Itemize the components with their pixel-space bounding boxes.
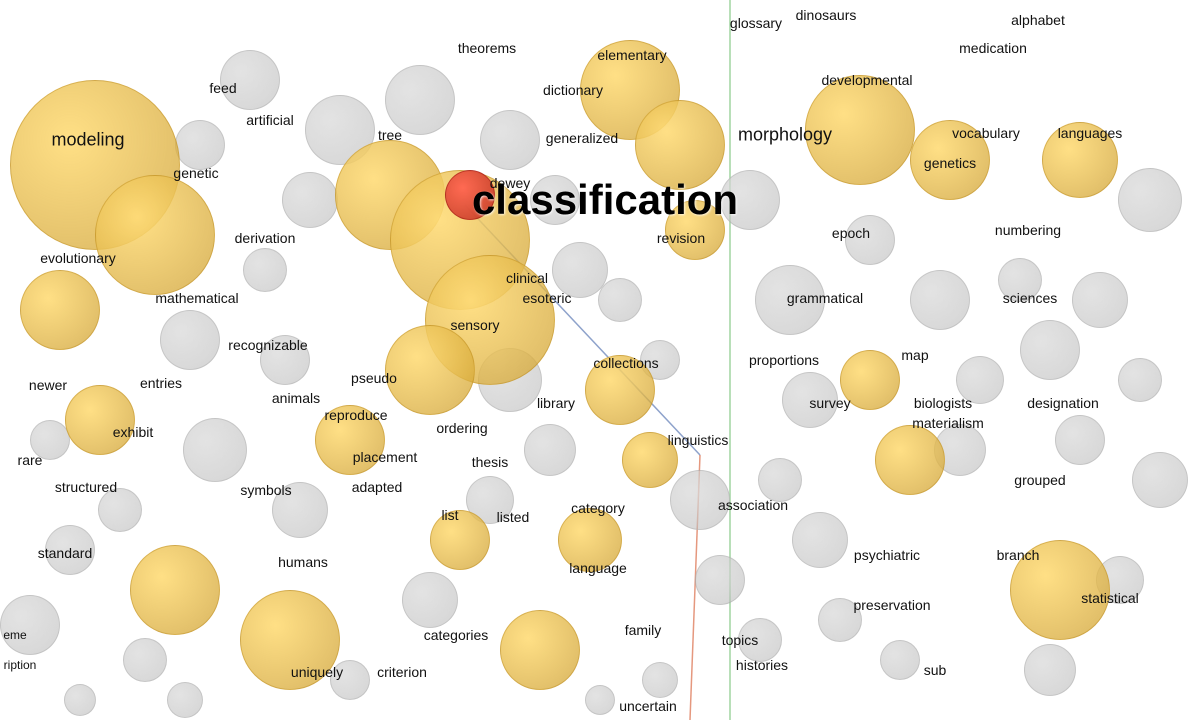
gray-bubble bbox=[1020, 320, 1080, 380]
gray-bubble bbox=[720, 170, 780, 230]
gray-bubble bbox=[402, 572, 458, 628]
word-label: ription bbox=[4, 658, 37, 672]
gray-bubble bbox=[524, 424, 576, 476]
gray-bubble bbox=[758, 458, 802, 502]
word-label: library bbox=[537, 395, 575, 411]
gray-bubble bbox=[818, 598, 862, 642]
gray-bubble bbox=[183, 418, 247, 482]
gray-bubble bbox=[1118, 358, 1162, 402]
gold-bubble bbox=[1010, 540, 1110, 640]
gold-bubble bbox=[500, 610, 580, 690]
word-label: linguistics bbox=[668, 432, 729, 448]
gray-bubble bbox=[98, 488, 142, 532]
word-label: uncertain bbox=[619, 698, 677, 714]
gray-bubble bbox=[792, 512, 848, 568]
word-label: psychiatric bbox=[854, 547, 920, 563]
gray-bubble bbox=[30, 420, 70, 460]
gold-bubble bbox=[430, 510, 490, 570]
word-label: adapted bbox=[352, 479, 403, 495]
word-label: alphabet bbox=[1011, 12, 1065, 28]
gray-bubble bbox=[260, 335, 310, 385]
gray-bubble bbox=[282, 172, 338, 228]
gold-bubble bbox=[1042, 122, 1118, 198]
gold-bubble bbox=[805, 75, 915, 185]
gray-bubble bbox=[45, 525, 95, 575]
word-label: glossary bbox=[730, 15, 782, 31]
word-label: dinosaurs bbox=[796, 7, 857, 23]
word-label: designation bbox=[1027, 395, 1099, 411]
word-label: humans bbox=[278, 554, 328, 570]
gold-bubble bbox=[65, 385, 135, 455]
gold-bubble bbox=[665, 200, 725, 260]
gray-bubble bbox=[1132, 452, 1188, 508]
word-label: criterion bbox=[377, 664, 427, 680]
word-label: numbering bbox=[995, 222, 1061, 238]
gray-bubble bbox=[243, 248, 287, 292]
gold-bubble bbox=[130, 545, 220, 635]
gray-bubble bbox=[530, 175, 580, 225]
word-label: animals bbox=[272, 390, 320, 406]
word-label: theorems bbox=[458, 40, 516, 56]
word-label: categories bbox=[424, 627, 489, 643]
red-bubble bbox=[445, 170, 495, 220]
gray-bubble bbox=[1024, 644, 1076, 696]
gold-bubble bbox=[315, 405, 385, 475]
word-label: newer bbox=[29, 377, 67, 393]
gray-bubble bbox=[167, 682, 203, 718]
gray-bubble bbox=[585, 685, 615, 715]
gold-bubble bbox=[240, 590, 340, 690]
gold-bubble bbox=[840, 350, 900, 410]
word-label: preservation bbox=[853, 597, 930, 613]
gray-bubble bbox=[220, 50, 280, 110]
gold-bubble bbox=[385, 325, 475, 415]
gold-bubble bbox=[558, 508, 622, 572]
gray-bubble bbox=[956, 356, 1004, 404]
gold-bubble bbox=[585, 355, 655, 425]
word-label: family bbox=[625, 622, 662, 638]
gold-bubble bbox=[622, 432, 678, 488]
gray-bubble bbox=[1055, 415, 1105, 465]
gray-bubble bbox=[910, 270, 970, 330]
gray-bubble bbox=[598, 278, 642, 322]
visualization-canvas: classificationtheoremsdictionaryelementa… bbox=[0, 0, 1200, 720]
gray-bubble bbox=[175, 120, 225, 170]
gray-bubble bbox=[670, 470, 730, 530]
word-label: grouped bbox=[1014, 472, 1065, 488]
word-label: artificial bbox=[246, 112, 293, 128]
word-label: thesis bbox=[472, 454, 509, 470]
gray-bubble bbox=[272, 482, 328, 538]
gray-bubble bbox=[695, 555, 745, 605]
word-label: medication bbox=[959, 40, 1027, 56]
gray-bubble bbox=[160, 310, 220, 370]
gray-bubble bbox=[738, 618, 782, 662]
gold-bubble bbox=[875, 425, 945, 495]
word-label: derivation bbox=[235, 230, 296, 246]
gold-bubble bbox=[95, 175, 215, 295]
gold-bubble bbox=[910, 120, 990, 200]
gray-bubble bbox=[755, 265, 825, 335]
gray-bubble bbox=[1072, 272, 1128, 328]
word-label: sub bbox=[924, 662, 947, 678]
word-label: proportions bbox=[749, 352, 819, 368]
gold-bubble bbox=[635, 100, 725, 190]
gray-bubble bbox=[330, 660, 370, 700]
gray-bubble bbox=[123, 638, 167, 682]
word-label: map bbox=[901, 347, 928, 363]
word-label: ordering bbox=[436, 420, 487, 436]
gray-bubble bbox=[0, 595, 60, 655]
gray-bubble bbox=[385, 65, 455, 135]
gray-bubble bbox=[642, 662, 678, 698]
gray-bubble bbox=[1118, 168, 1182, 232]
gold-bubble bbox=[20, 270, 100, 350]
gray-bubble bbox=[880, 640, 920, 680]
gray-bubble bbox=[782, 372, 838, 428]
word-label: entries bbox=[140, 375, 182, 391]
gray-bubble bbox=[64, 684, 96, 716]
gray-bubble bbox=[845, 215, 895, 265]
gray-bubble bbox=[480, 110, 540, 170]
gray-bubble bbox=[998, 258, 1042, 302]
